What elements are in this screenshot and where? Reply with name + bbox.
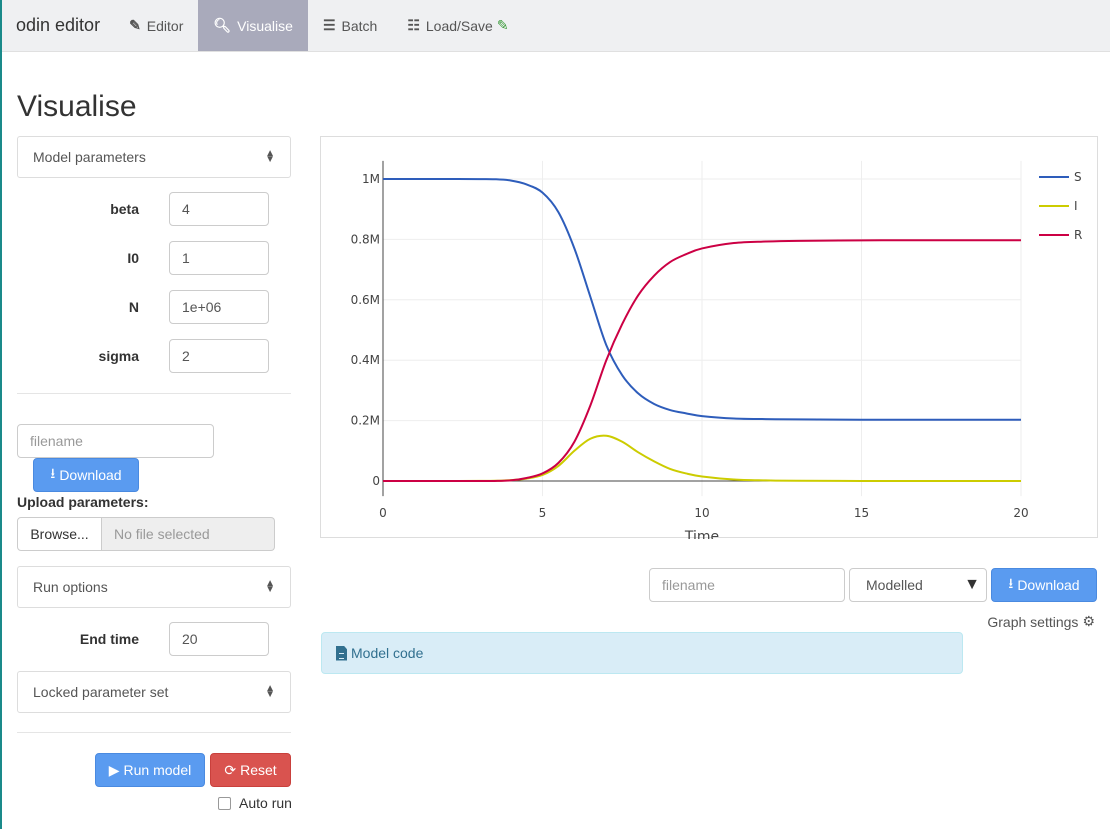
tab-batch[interactable]: ☰ Batch xyxy=(308,0,392,51)
navbar: odin editor ✎ Editor 🔍︎ Visualise ☰ Batc… xyxy=(2,0,1110,52)
section-label: Run options xyxy=(33,579,108,595)
auto-run-checkbox-row[interactable]: Auto run xyxy=(218,795,292,811)
section-label: Model parameters xyxy=(33,149,146,165)
tab-label: Load/Save xyxy=(425,17,493,34)
section-label: Locked parameter set xyxy=(33,684,169,700)
x-tick-label: 0 xyxy=(379,506,387,520)
auto-run-checkbox[interactable] xyxy=(218,796,231,810)
tab-visualise[interactable]: 🔍︎ Visualise xyxy=(198,0,308,51)
list-icon: ☷ xyxy=(407,17,420,33)
y-tick-label: 0.8M xyxy=(351,232,380,246)
x-axis-label: Time xyxy=(684,529,719,539)
x-tick-label: 15 xyxy=(854,506,869,520)
select-value: Modelled xyxy=(866,577,923,593)
tab-load-save[interactable]: ☷ Load/Save ✎ xyxy=(392,0,523,51)
refresh-icon: ⟳ xyxy=(224,761,237,778)
x-tick-label: 20 xyxy=(1013,506,1028,520)
end-time-label: End time xyxy=(79,631,139,647)
caret-down-icon: ▼ xyxy=(964,576,980,593)
button-label: Download xyxy=(1017,577,1080,593)
edit-icon: ✎ xyxy=(129,17,141,33)
sort-icon: ▲ ▼ xyxy=(265,683,275,700)
plot-filename-input[interactable] xyxy=(649,568,845,602)
tab-label: Editor xyxy=(146,17,184,34)
y-tick-label: 0.6M xyxy=(351,293,380,307)
divider xyxy=(17,732,291,733)
tab-label: Batch xyxy=(341,17,378,34)
param-input-n[interactable] xyxy=(169,290,269,324)
bars-icon: ☰ xyxy=(322,17,336,33)
end-time-input[interactable] xyxy=(169,622,269,656)
sort-icon: ▲ ▼ xyxy=(265,148,275,165)
y-tick-label: 0.4M xyxy=(351,353,380,367)
reset-button[interactable]: ⟳ Reset xyxy=(210,753,291,787)
parameters-filename-input[interactable] xyxy=(17,424,214,458)
tab-label: Visualise xyxy=(237,17,293,34)
y-tick-label: 1M xyxy=(362,172,380,186)
file-text-icon xyxy=(336,645,347,661)
file-name-display: No file selected xyxy=(102,517,275,551)
param-label: N xyxy=(128,299,139,315)
search-icon: 🔍︎ xyxy=(213,17,232,33)
edit-icon: ✎ xyxy=(496,17,509,33)
param-label: beta xyxy=(110,201,139,217)
param-row-n: N xyxy=(17,290,291,324)
end-time-row: End time xyxy=(17,622,291,656)
download-parameters-button[interactable]: ⭳ Download xyxy=(33,458,139,492)
graph-settings-label: Graph settings xyxy=(987,613,1079,630)
run-options-toggle[interactable]: Run options ▲ ▼ xyxy=(17,566,291,608)
gear-icon: ⚙ xyxy=(1082,613,1095,629)
download-type-select[interactable]: Modelled ▼ xyxy=(849,568,987,602)
legend-label-s: S xyxy=(1074,170,1082,184)
divider xyxy=(17,393,291,394)
param-row-beta: beta xyxy=(17,192,291,226)
button-label: Run model xyxy=(123,762,192,778)
x-tick-label: 10 xyxy=(694,506,709,520)
auto-run-label: Auto run xyxy=(239,795,292,811)
button-label: Download xyxy=(59,467,122,483)
download-icon: ⭳ xyxy=(1008,575,1014,591)
download-icon: ⭳ xyxy=(50,465,56,481)
sort-icon: ▲ ▼ xyxy=(265,578,275,595)
legend-label-r: R xyxy=(1074,228,1082,242)
x-tick-label: 5 xyxy=(539,506,547,520)
page-title: Visualise xyxy=(17,90,137,123)
plot-container: 0 5 10 15 20 0 0.2M 0.4M 0.6M 0.8M 1M Time S I R xyxy=(320,136,1099,539)
model-code-panel[interactable]: Model code xyxy=(321,632,963,674)
graph-settings-link[interactable]: Graph settings ⚙ xyxy=(987,613,1095,630)
model-parameters-toggle[interactable]: Model parameters ▲ ▼ xyxy=(17,136,291,178)
param-input-sigma[interactable] xyxy=(169,339,269,373)
download-plot-button[interactable]: ⭳ Download xyxy=(991,568,1097,602)
param-input-i0[interactable] xyxy=(169,241,269,275)
sir-chart[interactable]: 0 5 10 15 20 0 0.2M 0.4M 0.6M 0.8M 1M Time S I R xyxy=(321,137,1099,539)
brand[interactable]: odin editor xyxy=(2,0,114,51)
legend-label-i: I xyxy=(1074,199,1078,213)
browse-button[interactable]: Browse... xyxy=(17,517,102,551)
play-icon: ▶ xyxy=(108,761,120,778)
param-row-sigma: sigma xyxy=(17,339,291,373)
button-label: Reset xyxy=(240,762,277,778)
upload-parameters-label: Upload parameters: xyxy=(17,494,149,510)
param-label: I0 xyxy=(127,250,139,266)
run-model-button[interactable]: ▶ Run model xyxy=(95,753,205,787)
locked-parameter-set-toggle[interactable]: Locked parameter set ▲ ▼ xyxy=(17,671,291,713)
param-label: sigma xyxy=(98,348,139,364)
y-tick-label: 0 xyxy=(372,474,380,488)
param-row-i0: I0 xyxy=(17,241,291,275)
y-tick-label: 0.2M xyxy=(351,414,380,428)
param-input-beta[interactable] xyxy=(169,192,269,226)
tab-editor[interactable]: ✎ Editor xyxy=(114,0,198,51)
model-code-label: Model code xyxy=(351,645,424,661)
